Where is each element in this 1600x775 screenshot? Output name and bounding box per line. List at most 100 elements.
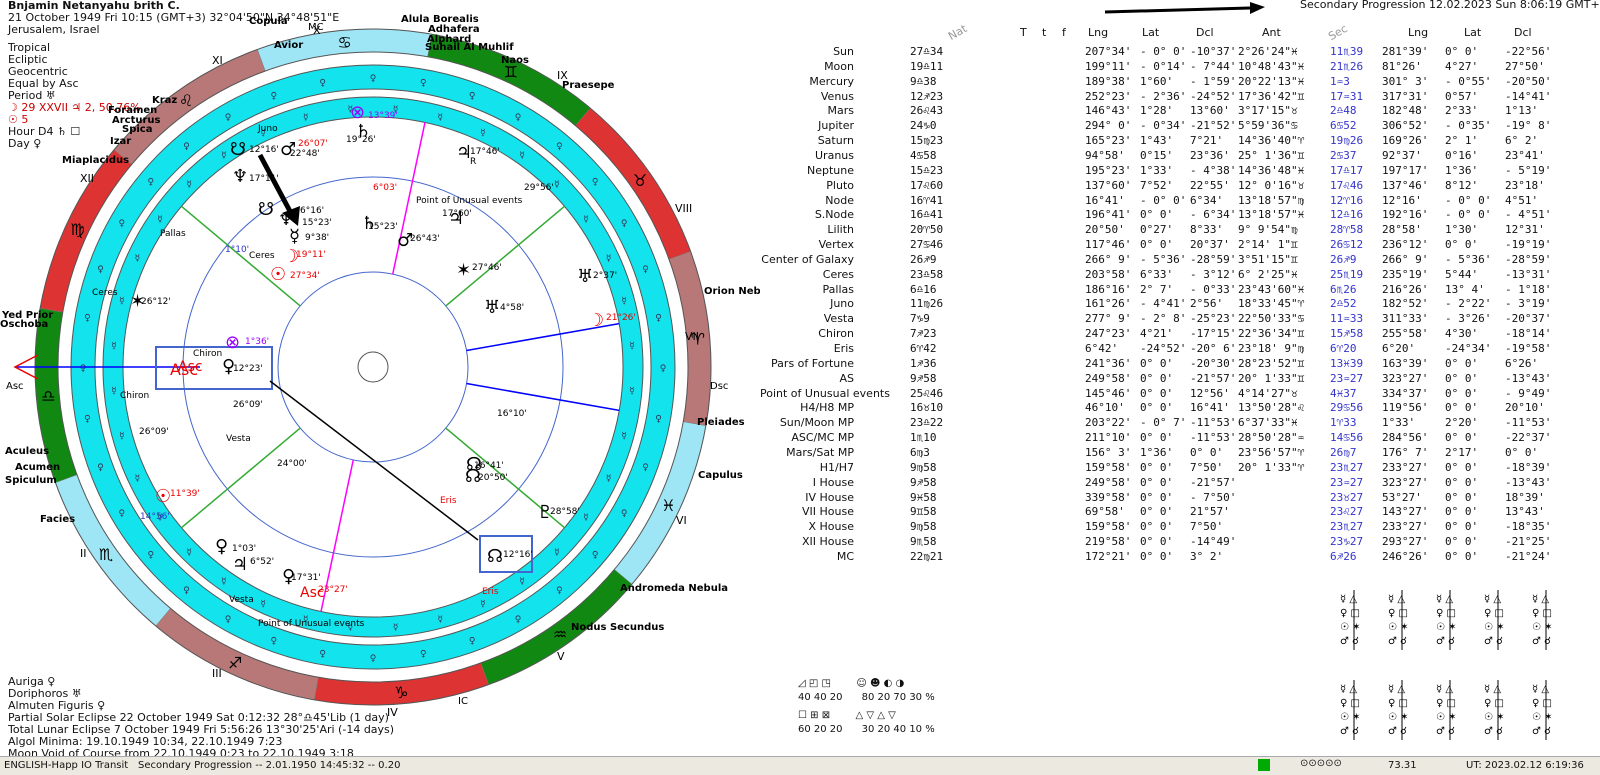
status-bar: ENGLISH-Happ IO Transit Secondary Progre…	[0, 756, 1600, 775]
table-row[interactable]: Chiron 7♐23 247°23' 4°21' -17°15' 22°36'34"♊ 1…	[760, 327, 1600, 342]
cell-lat: 6°33'	[1140, 267, 1174, 281]
row-label: I House	[812, 475, 854, 489]
cell-lat2: 2°17'	[1445, 445, 1479, 459]
chart-point-label: Vesta	[229, 595, 254, 605]
chart-point-label: 6°52'	[250, 557, 274, 567]
cell-s: 26♍7	[1330, 445, 1357, 459]
mini-grid-glyph: ♀ □	[1388, 608, 1408, 619]
house-numeral: XI	[212, 54, 223, 67]
ring-mark: ☿	[606, 254, 612, 264]
table-row[interactable]: Ceres 23♎58 203°58' 6°33' - 3°12' 6° 2'25"♓ 25…	[760, 268, 1600, 283]
table-row[interactable]: Pluto 17♌60 137°60' 7°52' 22°55' 12° 0'16"♉ 17…	[760, 179, 1600, 194]
cell-dcl2: 6°26'	[1505, 356, 1539, 370]
cell-ant: 10°48'43"♓	[1238, 59, 1305, 73]
table-row[interactable]: Moon 19♎11 199°11' - 0°14' - 7°44' 10°48'43"♓…	[760, 60, 1600, 75]
table-row[interactable]: Node 16♈41 16°41' - 0° 0' 6°34' 13°18'57"♍ 12♈…	[760, 194, 1600, 209]
zodiac-glyph: ♉	[633, 171, 647, 190]
cell-ant: 14°36'40"♈	[1238, 134, 1305, 148]
table-row[interactable]: IV House 9♓58 339°58' 0° 0' - 7°50' 23♉27 53°2…	[760, 491, 1600, 506]
cell-lat: 1°28'	[1140, 104, 1174, 118]
table-row[interactable]: Mars/Sat MP 6♍3 156° 3' 1°36' 0° 0' 23°56'57"…	[760, 446, 1600, 461]
table-row[interactable]: H1/H7 9♍58 159°58' 0° 0' 7°50' 20° 1'33"♈ 23♏2…	[760, 461, 1600, 476]
table-row[interactable]: S.Node 16♎41 196°41' 0° 0' - 6°34' 13°18'57"♓…	[760, 208, 1600, 223]
table-row[interactable]: Center of Galaxy 26♐9 266° 9' - 5°36' -28°59…	[760, 253, 1600, 268]
ring-mark: ♀	[515, 615, 522, 625]
table-row[interactable]: Jupiter 24♑0 294° 0' - 0°34' -21°52' 5°59'36"…	[760, 119, 1600, 134]
table-row[interactable]: Lilith 20♈50 20°50' 0°27' 8°33' 9° 9'54"♍ 28♈5…	[760, 223, 1600, 238]
table-row[interactable]: Mercury 9♎38 189°38' 1°60' - 1°59' 20°22'13"♓…	[760, 75, 1600, 90]
natal-chart-wheel[interactable]: ♍♌♋♊♉♈♓♒♑♐♏♎♀♀♀♀♀♀♀♀♀♀♀♀♀♀♀♀♀♀♀♀♀♀♀♀♀♀♀ ♀…	[0, 0, 760, 740]
ring-mark: ♀	[642, 463, 649, 473]
planet-glyph-icon: ☽	[588, 310, 604, 331]
table-row[interactable]: XII House 9♏58 219°58' 0° 0' -14°49' 23♑27 293…	[760, 535, 1600, 550]
table-row[interactable]: Neptune 15♎23 195°23' 1°33' - 4°38' 14°36'48"…	[760, 164, 1600, 179]
mini-grid-glyph: ♀ □	[1388, 698, 1408, 709]
cell-lng2: 233°27'	[1382, 520, 1429, 534]
fixed-star-label: Acumen	[15, 462, 60, 473]
table-row[interactable]: H4/H8 MP 16♉10 46°10' 0° 0' 16°41' 13°50'28"♌…	[760, 401, 1600, 416]
table-row[interactable]: Pars of Fortune 1♐36 241°36' 0° 0' -20°30' 28…	[760, 357, 1600, 372]
ring-mark: ♀	[119, 509, 126, 519]
cell-lat: 0° 0'	[1140, 386, 1174, 400]
cell-ant: 3°17'15"♉	[1238, 104, 1298, 118]
cell-n: 11♍26	[910, 297, 944, 311]
cell-lng: 339°58'	[1085, 490, 1132, 504]
status-buttons[interactable]: ⊙⊙⊙⊙⊙	[1300, 758, 1342, 769]
table-row[interactable]: Point of Unusual events 25♌46 145°46' 0° 0'…	[760, 387, 1600, 402]
table-row[interactable]: Sun/Moon MP 23♎22 203°22' - 0° 7' -11°53' 6°3…	[760, 416, 1600, 431]
cell-n: 9♐58	[910, 371, 937, 385]
cell-lng2: 119°56'	[1382, 401, 1429, 415]
table-row[interactable]: Juno 11♍26 161°26' - 4°41' 2°56' 18°33'45"♈ 2♎…	[760, 297, 1600, 312]
mini-grid-glyph: ☿ △	[1484, 594, 1501, 605]
row-label: Sun	[833, 45, 854, 58]
ring-mark: ♀	[148, 178, 155, 188]
cell-dcl: 7°50'	[1190, 460, 1224, 474]
cell-dcl: - 7°50'	[1190, 490, 1237, 504]
table-row[interactable]: ASC/MC MP 1♏10 211°10' 0° 0' -11°53' 28°50'28…	[760, 431, 1600, 446]
chart-point-label: 6°03'	[373, 183, 397, 193]
table-row[interactable]: Vesta 7♑9 277° 9' - 2° 8' -25°23' 22°50'33"♋ 1…	[760, 312, 1600, 327]
cell-dcl2: 23°41'	[1505, 148, 1545, 162]
cell-dcl2: -13°31'	[1505, 267, 1552, 281]
table-row[interactable]: X House 9♍58 159°58' 0° 0' 7°50' 23♏27 233°27'…	[760, 520, 1600, 535]
house-numeral: XII	[80, 172, 94, 185]
cell-lat2: 0° 0'	[1445, 535, 1479, 549]
cell-lng: 145°46'	[1085, 386, 1132, 400]
table-row[interactable]: Saturn 15♍23 165°23' 1°43' 7°21' 14°36'40"♈ 19…	[760, 134, 1600, 149]
cell-n: 20♈50	[910, 223, 944, 237]
cell-lng2: 334°37'	[1382, 386, 1429, 400]
mini-grid-glyph: ♂ ☌	[1484, 726, 1503, 737]
cell-s: 6♋52	[1330, 119, 1357, 133]
row-label: Chiron	[818, 327, 854, 341]
cell-n: 6♍3	[910, 445, 930, 459]
table-row[interactable]: AS 9♐58 249°58' 0° 0' -21°57' 20° 1'33"♊ 23♒27…	[760, 372, 1600, 387]
table-row[interactable]: Mars 26♌43 146°43' 1°28' 13°60' 3°17'15"♉ 2♎48…	[760, 104, 1600, 119]
cell-dcl: 16°41'	[1190, 401, 1230, 415]
status-indicator-icon	[1258, 759, 1270, 771]
cell-lng2: 53°27'	[1382, 490, 1422, 504]
table-row[interactable]: VII House 9♊58 69°58' 0° 0' 21°57' 23♌27 143°2…	[760, 505, 1600, 520]
row-label: ASC/MC MP	[791, 431, 854, 445]
cell-lat: 4°21'	[1140, 327, 1174, 341]
status-value: 73.31	[1388, 760, 1417, 771]
cell-dcl: -10°37'	[1190, 45, 1237, 58]
table-row[interactable]: I House 9♐58 249°58' 0° 0' -21°57' 23♒27 323°2…	[760, 476, 1600, 491]
cell-lng2: 169°26'	[1382, 134, 1429, 148]
col-lng: Lng	[1088, 26, 1109, 39]
table-row[interactable]: Sun 27♎34 207°34' - 0° 0' -10°37' 2°26'24"♓ 11…	[760, 45, 1600, 60]
table-row[interactable]: Vertex 27♋46 117°46' 0° 0' 20°37' 2°14' 1"♊ 26…	[760, 238, 1600, 253]
row-label: MC	[836, 549, 854, 563]
table-row[interactable]: Venus 12♐23 252°23' - 2°36' -24°52' 17°36'42"…	[760, 90, 1600, 105]
table-row[interactable]: Pallas 6♎16 186°16' 2° 7' - 0°33' 23°43'60"♓ 6…	[760, 283, 1600, 298]
cell-n: 9♓58	[910, 490, 937, 504]
chart-point-label: 1°10'	[225, 245, 249, 255]
cell-n: 26♌43	[910, 104, 944, 118]
table-row[interactable]: Uranus 4♋58 94°58' 0°15' 23°36' 25° 1'36"♊ 2♋3…	[760, 149, 1600, 164]
table-row[interactable]: MC 22♍21 172°21' 0° 0' 3° 2' 6♐26 246°26' 0° 0'…	[760, 550, 1600, 565]
table-row[interactable]: Eris 6♈42 6°42' -24°52' -20° 6' 23°18' 9"♍ 6♈2…	[760, 342, 1600, 357]
cell-s: 23♏27	[1330, 520, 1364, 534]
cell-lng: 249°58'	[1085, 371, 1132, 385]
cell-s: 23♒27	[1330, 371, 1364, 385]
row-label: Ceres	[822, 267, 854, 281]
cell-dcl: - 6°34'	[1190, 208, 1237, 222]
